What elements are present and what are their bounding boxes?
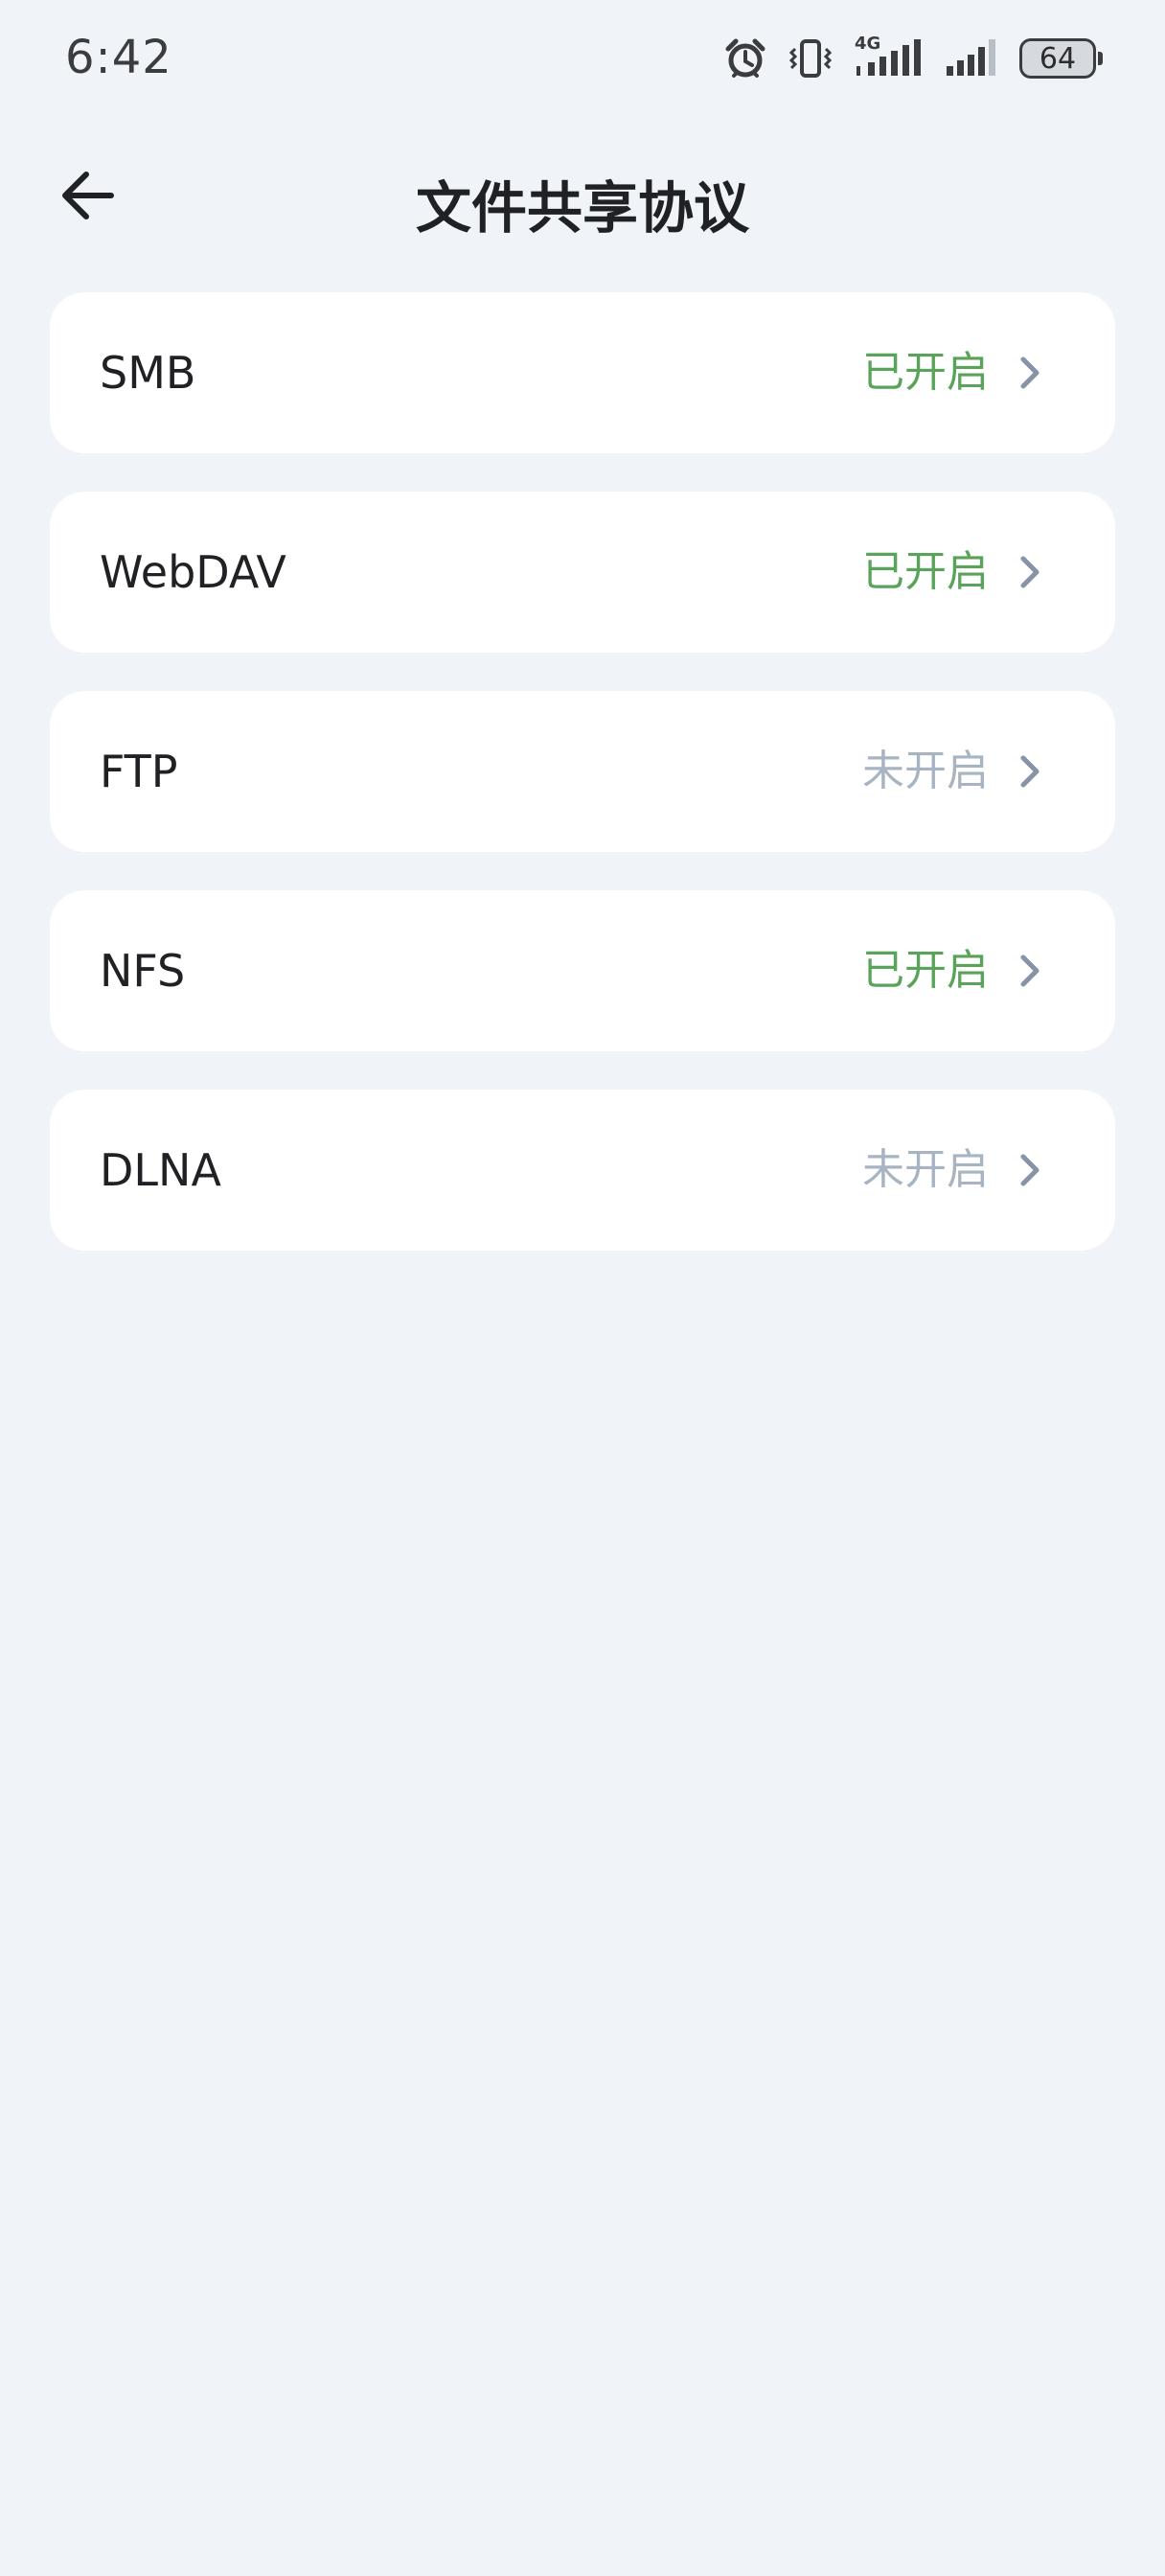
protocol-item-nfs[interactable]: NFS 已开启 bbox=[50, 890, 1115, 1051]
signal-4g-icon: 4G bbox=[855, 34, 924, 80]
battery-icon: 64 bbox=[1019, 38, 1103, 79]
app-header: 文件共享协议 bbox=[0, 134, 1165, 259]
protocol-status: 已开启 bbox=[862, 946, 989, 995]
chevron-right-icon bbox=[1020, 1154, 1039, 1186]
status-bar: 6:42 4G 64 bbox=[0, 0, 1165, 119]
protocol-status: 未开启 bbox=[862, 1145, 989, 1194]
chevron-right-icon bbox=[1020, 755, 1039, 788]
protocol-status: 未开启 bbox=[862, 747, 989, 795]
vibrate-icon bbox=[788, 37, 834, 80]
page-title: 文件共享协议 bbox=[415, 175, 749, 241]
protocol-name: DLNA bbox=[100, 1144, 221, 1196]
chevron-right-icon bbox=[1020, 556, 1039, 588]
protocol-item-ftp[interactable]: FTP 未开启 bbox=[50, 691, 1115, 852]
protocol-status: 已开启 bbox=[862, 547, 989, 596]
network-label: 4G bbox=[855, 34, 881, 54]
protocol-item-smb[interactable]: SMB 已开启 bbox=[50, 292, 1115, 453]
chevron-right-icon bbox=[1020, 356, 1039, 389]
protocol-name: NFS bbox=[100, 945, 186, 997]
protocol-item-dlna[interactable]: DLNA 未开启 bbox=[50, 1090, 1115, 1251]
protocol-name: FTP bbox=[100, 746, 178, 797]
alarm-icon bbox=[724, 37, 766, 80]
status-icons: 4G 64 bbox=[724, 34, 1103, 80]
chevron-right-icon bbox=[1020, 954, 1039, 987]
protocol-list: SMB 已开启 WebDAV 已开启 FTP 未开启 NFS 已开启 DLNA … bbox=[50, 292, 1115, 1289]
protocol-name: SMB bbox=[100, 347, 196, 399]
status-time: 6:42 bbox=[65, 31, 172, 84]
protocol-name: WebDAV bbox=[100, 546, 286, 598]
protocol-item-webdav[interactable]: WebDAV 已开启 bbox=[50, 492, 1115, 653]
protocol-status: 已开启 bbox=[862, 348, 989, 397]
battery-level: 64 bbox=[1039, 41, 1077, 76]
signal-icon bbox=[945, 37, 998, 80]
